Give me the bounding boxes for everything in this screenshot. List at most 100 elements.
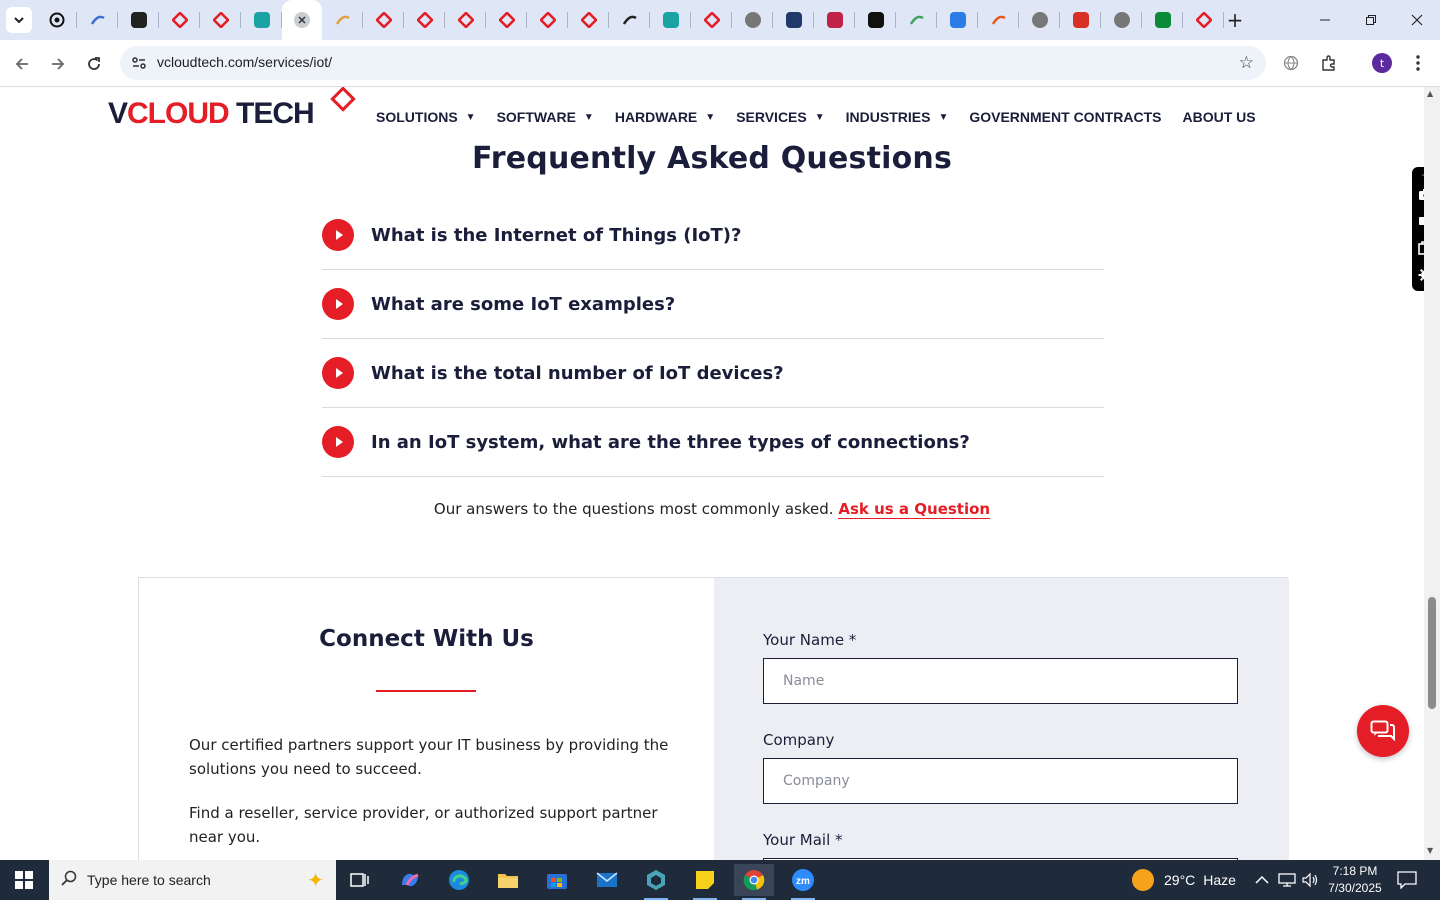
copilot-icon[interactable] [390,864,430,896]
scroll-up-arrow-icon[interactable]: ▲ [1427,89,1433,98]
browser-tab[interactable] [732,0,773,40]
address-bar[interactable]: vcloudtech.com/services/iot/ ☆ [120,46,1266,80]
chevron-down-icon [14,17,24,24]
zoom-icon[interactable]: zm [783,864,823,900]
faq-item[interactable]: In an IoT system, what are the three typ… [322,408,1104,477]
chat-button[interactable] [1357,705,1409,757]
browser-tab[interactable] [609,0,650,40]
browser-tab[interactable] [691,0,732,40]
faq-item[interactable]: What are some IoT examples? [322,270,1104,339]
caret-down-icon: ▼ [465,111,476,123]
play-arrow-icon[interactable] [322,219,354,251]
faq-item[interactable]: What is the Internet of Things (IoT)? [322,201,1104,270]
browser-tab[interactable] [650,0,691,40]
site-info-icon[interactable] [130,54,148,72]
scroll-down-arrow-icon[interactable]: ▼ [1427,846,1433,855]
nav-item-label: ABOUT US [1182,109,1256,125]
browser-tab[interactable] [1060,0,1101,40]
nav-item-solutions[interactable]: SOLUTIONS ▼ [376,109,476,125]
reload-button[interactable] [80,50,108,78]
browser-tab[interactable] [978,0,1019,40]
page-scrollbar[interactable]: ▲ ▼ [1424,87,1440,860]
browser-tab[interactable] [241,0,282,40]
play-arrow-icon[interactable] [322,426,354,458]
nav-item-hardware[interactable]: HARDWARE ▼ [615,109,715,125]
minimize-button[interactable] [1302,0,1348,40]
close-icon[interactable] [294,12,310,28]
company-field[interactable] [763,758,1238,804]
sticky-notes-icon[interactable] [685,864,725,900]
faq-question[interactable]: In an IoT system, what are the three typ… [371,432,970,453]
browser-tab[interactable] [363,0,404,40]
nav-item-about-us[interactable]: ABOUT US [1182,109,1255,125]
scrollbar-thumb[interactable] [1428,597,1436,709]
nav-item-software[interactable]: SOFTWARE ▼ [497,109,594,125]
play-arrow-icon[interactable] [322,357,354,389]
volume-icon[interactable] [1301,860,1319,900]
browser-tab[interactable] [896,0,937,40]
browser-tab[interactable] [486,0,527,40]
menu-kebab-icon[interactable] [1407,52,1429,74]
name-field[interactable] [763,658,1238,704]
browser-tab[interactable] [1019,0,1060,40]
browser-tab[interactable] [159,0,200,40]
restore-button[interactable] [1348,0,1394,40]
chevron-up-icon [1255,875,1269,884]
browser-tab[interactable] [200,0,241,40]
weather-widget[interactable]: 29°C Haze [1132,860,1236,900]
nav-item-industries[interactable]: INDUSTRIES ▼ [846,109,949,125]
browser-tab[interactable] [527,0,568,40]
back-button[interactable] [8,50,36,78]
chrome-icon[interactable] [734,864,774,900]
new-tab-button[interactable]: + [1224,8,1246,32]
browser-tab[interactable] [814,0,855,40]
browser-tab[interactable] [36,0,77,40]
browser-tab[interactable] [1142,0,1183,40]
nav-item-services[interactable]: SERVICES ▼ [736,109,824,125]
logo-cloud: CLOUD [127,97,230,130]
vcloud-tech-logo[interactable]: VCLOUD TECH [108,97,315,131]
browser-tab[interactable] [77,0,118,40]
tab-search-button[interactable] [6,7,32,33]
profile-avatar[interactable]: t [1372,53,1392,73]
forward-button[interactable] [44,50,72,78]
play-arrow-icon[interactable] [322,288,354,320]
url-text[interactable]: vcloudtech.com/services/iot/ [157,54,332,70]
network-icon[interactable] [1278,860,1296,900]
globe-icon [744,12,761,28]
app-hex-icon[interactable] [636,864,676,900]
browser-tab[interactable] [1101,0,1142,40]
faq-item[interactable]: What is the total number of IoT devices? [322,339,1104,408]
browser-tab-active[interactable] [282,0,322,40]
browser-tab[interactable] [445,0,486,40]
ask-question-link[interactable]: Ask us a Question [838,500,991,519]
company-input[interactable] [764,759,1237,803]
close-window-button[interactable] [1394,0,1440,40]
start-button[interactable] [0,860,48,900]
mail-icon[interactable] [587,864,627,896]
taskbar-search-box[interactable]: Type here to search ✦ [49,860,336,900]
faq-question[interactable]: What is the total number of IoT devices? [371,363,784,384]
edge-icon[interactable] [439,864,479,896]
system-clock[interactable]: 7:18 PM 7/30/2025 [1322,863,1388,897]
browser-tab[interactable] [568,0,609,40]
nav-item-government-contracts[interactable]: GOVERNMENT CONTRACTS [969,109,1161,125]
bookmark-star-icon[interactable]: ☆ [1239,53,1254,73]
microsoft-store-icon[interactable] [537,864,577,896]
faq-question[interactable]: What is the Internet of Things (IoT)? [371,225,741,246]
file-explorer-icon[interactable] [488,864,528,896]
browser-tab[interactable] [773,0,814,40]
translate-icon[interactable] [1280,52,1302,74]
name-input[interactable] [764,659,1237,703]
show-hidden-icons-button[interactable] [1255,860,1269,900]
browser-tab[interactable] [937,0,978,40]
extensions-icon[interactable] [1318,52,1340,74]
browser-tab[interactable] [855,0,896,40]
browser-tab[interactable] [322,0,363,40]
faq-question[interactable]: What are some IoT examples? [371,294,675,315]
browser-tab[interactable] [118,0,159,40]
notification-center-icon[interactable] [1397,860,1417,900]
task-view-icon[interactable] [340,864,380,896]
browser-tab[interactable] [1183,0,1224,40]
browser-tab[interactable] [404,0,445,40]
